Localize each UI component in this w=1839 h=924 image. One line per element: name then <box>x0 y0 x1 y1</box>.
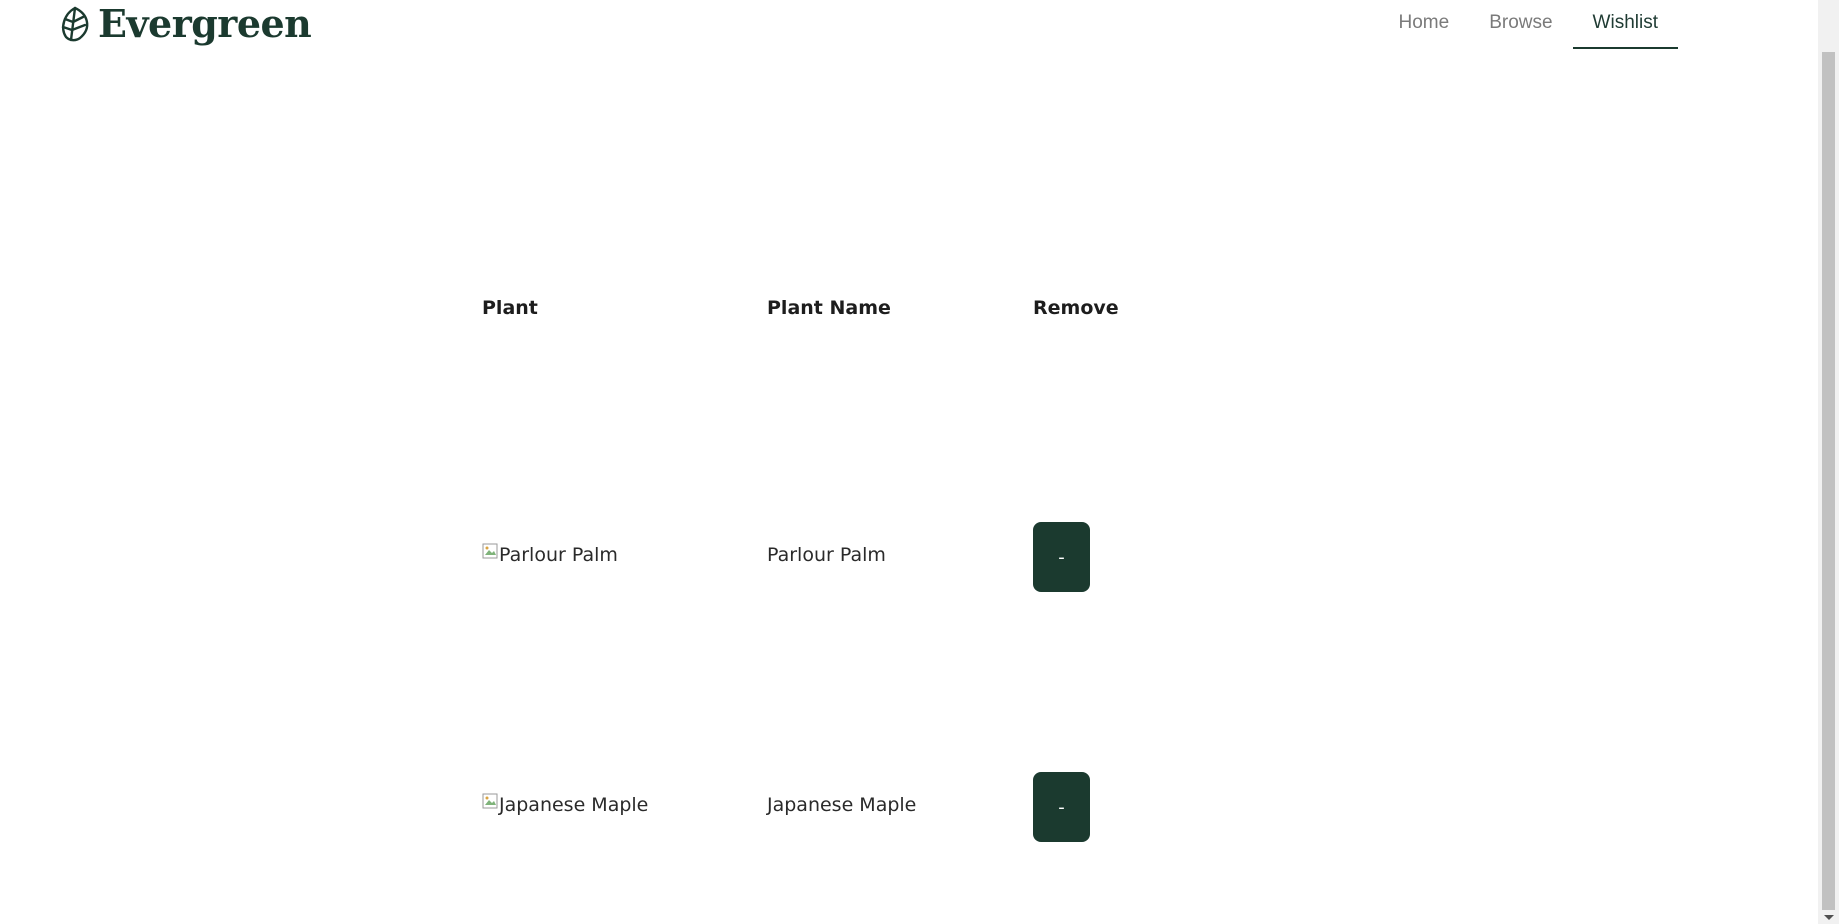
column-header-plant: Plant <box>482 297 538 319</box>
logo-link[interactable]: Evergreen <box>58 1 312 46</box>
column-header-remove: Remove <box>1033 297 1119 319</box>
page: Evergreen Home Browse Wishlist Plant Pla… <box>0 0 1839 924</box>
main-nav: Home Browse Wishlist <box>1379 0 1678 49</box>
plant-name: Japanese Maple <box>767 794 917 816</box>
plant-image-alt: Japanese Maple <box>499 794 649 816</box>
scrollbar-thumb[interactable] <box>1822 52 1835 910</box>
vertical-scrollbar[interactable] <box>1818 0 1839 924</box>
nav-wishlist[interactable]: Wishlist <box>1572 0 1678 49</box>
site-header: Evergreen Home Browse Wishlist <box>0 0 1818 60</box>
nav-home[interactable]: Home <box>1379 0 1470 49</box>
scroll-down-arrow-icon[interactable] <box>1824 915 1834 920</box>
table-row: Japanese Maple Japanese Maple - <box>482 772 1282 842</box>
plant-image-alt: Parlour Palm <box>499 544 618 566</box>
leaf-logo-icon <box>61 6 89 42</box>
remove-button[interactable]: - <box>1033 772 1090 842</box>
broken-image-icon <box>482 543 498 559</box>
nav-browse[interactable]: Browse <box>1469 0 1572 49</box>
brand-name: Evergreen <box>98 1 312 46</box>
broken-image-icon <box>482 793 498 809</box>
remove-button[interactable]: - <box>1033 522 1090 592</box>
plant-image: Japanese Maple <box>482 793 649 816</box>
column-header-plant-name: Plant Name <box>767 297 891 319</box>
table-row: Parlour Palm Parlour Palm - <box>482 522 1282 592</box>
plant-image: Parlour Palm <box>482 543 618 566</box>
plant-name: Parlour Palm <box>767 544 886 566</box>
